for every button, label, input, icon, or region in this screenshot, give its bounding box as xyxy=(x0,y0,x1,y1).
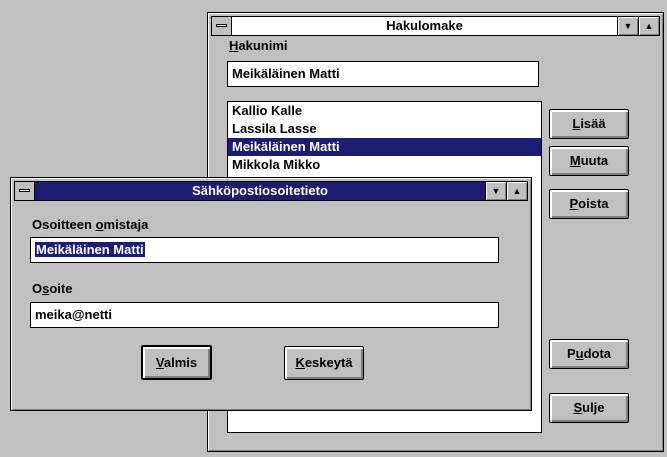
dialog-title: Sähköpostiosoitetieto xyxy=(192,183,328,198)
address-label: Osoite xyxy=(32,281,73,296)
hakulomake-titlebar[interactable]: Hakulomake ▼ ▲ xyxy=(211,16,660,36)
owner-label: Osoitteen omistaja xyxy=(32,217,149,232)
list-item[interactable]: Mikkola Mikko xyxy=(228,156,541,174)
system-menu-icon[interactable] xyxy=(212,17,232,35)
address-input[interactable]: meika@netti xyxy=(30,302,499,328)
ok-button[interactable]: Valmis xyxy=(141,345,212,380)
edit-button[interactable]: Muuta xyxy=(549,146,629,176)
minimize-icon[interactable]: ▼ xyxy=(485,182,506,200)
cancel-button[interactable]: Keskeytä xyxy=(284,346,364,380)
add-button[interactable]: Lisää xyxy=(549,109,629,139)
search-name-input[interactable]: Meikäläinen Matti xyxy=(227,61,539,87)
owner-input[interactable]: Meikäläinen Matti xyxy=(30,237,499,263)
maximize-icon[interactable]: ▲ xyxy=(638,17,659,35)
list-item[interactable]: Kallio Kalle xyxy=(228,102,541,120)
system-menu-icon[interactable] xyxy=(15,182,35,200)
window-title: Hakulomake xyxy=(386,18,463,33)
maximize-icon[interactable]: ▲ xyxy=(506,182,527,200)
close-button[interactable]: Sulje xyxy=(549,393,629,423)
drop-button[interactable]: Pudota xyxy=(549,339,629,369)
list-item[interactable]: Lassila Lasse xyxy=(228,120,541,138)
delete-button[interactable]: Poista xyxy=(549,189,629,219)
email-dialog: Sähköpostiosoitetieto ▼ ▲ Osoitteen omis… xyxy=(10,177,532,411)
minimize-icon[interactable]: ▼ xyxy=(617,17,638,35)
list-item[interactable]: Meikäläinen Matti xyxy=(228,138,541,156)
search-name-label: Hakunimi xyxy=(229,38,288,53)
dialog-titlebar[interactable]: Sähköpostiosoitetieto ▼ ▲ xyxy=(14,181,528,201)
